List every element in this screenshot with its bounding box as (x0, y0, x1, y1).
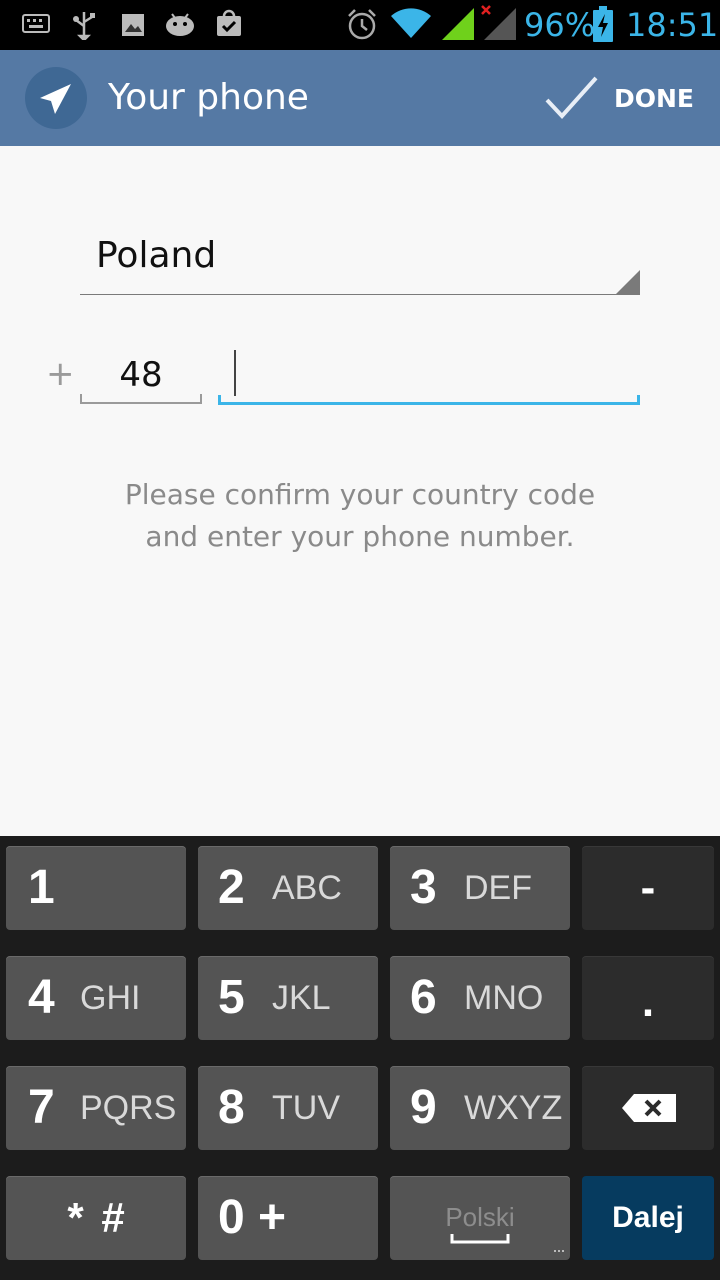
key-3[interactable]: 3 DEF (390, 846, 570, 930)
plus-sign: + (46, 354, 75, 394)
gallery-icon (122, 14, 144, 36)
backspace-icon (622, 1094, 676, 1122)
key-digit: 9 (410, 1081, 437, 1134)
instruction-line-2: and enter your phone number. (145, 520, 575, 553)
key-9[interactable]: 9 WXYZ (390, 1066, 570, 1150)
done-label: DONE (614, 84, 695, 113)
usb-icon (73, 12, 95, 40)
key-2[interactable]: 2 ABC (198, 846, 378, 930)
key-letters: ABC (272, 869, 342, 907)
key-digit: 4 (28, 971, 55, 1024)
numeric-keyboard: 1 2 ABC 3 DEF - 4 GHI 5 JKL 6 MNO . 7 PQ… (0, 836, 720, 1280)
done-button[interactable]: DONE (540, 70, 700, 128)
country-code-value: 48 (119, 355, 163, 395)
key-8[interactable]: 8 TUV (198, 1066, 378, 1150)
checkmark-icon (545, 76, 598, 119)
key-0-plus[interactable]: 0 + (198, 1176, 378, 1260)
phone-number-input[interactable] (218, 346, 640, 405)
key-digit: 8 (218, 1081, 245, 1134)
key-symbol: * # (67, 1194, 125, 1241)
store-icon (217, 9, 241, 36)
key-dot[interactable]: . (582, 956, 714, 1040)
key-letters: MNO (464, 979, 544, 1017)
key-4[interactable]: 4 GHI (6, 956, 186, 1040)
key-6[interactable]: 6 MNO (390, 956, 570, 1040)
text-cursor (234, 350, 236, 396)
country-selector[interactable]: Poland (80, 222, 640, 295)
clock: 18:51 (626, 6, 719, 44)
alarm-icon (348, 9, 376, 40)
battery-percent: 96% (524, 6, 596, 44)
next-label: Dalej (612, 1201, 684, 1234)
key-5[interactable]: 5 JKL (198, 956, 378, 1040)
key-symbol: - (640, 863, 656, 912)
language-label: Polski (445, 1202, 515, 1232)
key-star-hash[interactable]: * # (6, 1176, 186, 1260)
key-letters: JKL (272, 979, 331, 1017)
keyboard-icon (22, 14, 50, 33)
key-7[interactable]: 7 PQRS (6, 1066, 186, 1150)
country-code-input[interactable]: 48 (80, 346, 202, 404)
instruction-text: Please confirm your country code and ent… (60, 474, 660, 558)
key-digit: 5 (218, 971, 245, 1024)
action-bar: Your phone DONE (0, 50, 720, 146)
key-letters: PQRS (80, 1089, 177, 1127)
key-letters: DEF (464, 869, 532, 907)
key-digit: 1 (28, 861, 55, 914)
country-name: Poland (96, 235, 217, 276)
key-digit: 3 (410, 861, 437, 914)
language-key[interactable]: Polski (390, 1176, 570, 1260)
spacebar-icon (450, 1234, 510, 1244)
status-bar: 96% 18:51 (0, 0, 720, 50)
android-debug-icon (166, 13, 194, 36)
telegram-logo-icon (40, 84, 71, 114)
key-symbol: . (641, 977, 655, 1026)
signal-no-data-icon (481, 5, 516, 40)
key-letters: WXYZ (464, 1089, 563, 1127)
key-digit: 2 (218, 861, 245, 914)
battery-charging-icon (593, 6, 613, 42)
app-logo[interactable] (25, 67, 87, 129)
key-digit: 0 + (218, 1191, 287, 1244)
page-title: Your phone (108, 77, 309, 118)
signal-icon (442, 8, 474, 40)
key-digit: 6 (410, 971, 437, 1024)
wifi-icon (391, 8, 431, 38)
key-letters: TUV (272, 1089, 340, 1127)
more-dots-icon (554, 1250, 564, 1252)
key-1[interactable]: 1 (6, 846, 186, 930)
next-key[interactable]: Dalej (582, 1176, 714, 1260)
key-letters: GHI (80, 979, 141, 1017)
key-digit: 7 (28, 1081, 55, 1134)
backspace-key[interactable] (582, 1066, 714, 1150)
key-dash[interactable]: - (582, 846, 714, 930)
dropdown-triangle-icon (616, 270, 640, 294)
instruction-line-1: Please confirm your country code (124, 478, 596, 511)
